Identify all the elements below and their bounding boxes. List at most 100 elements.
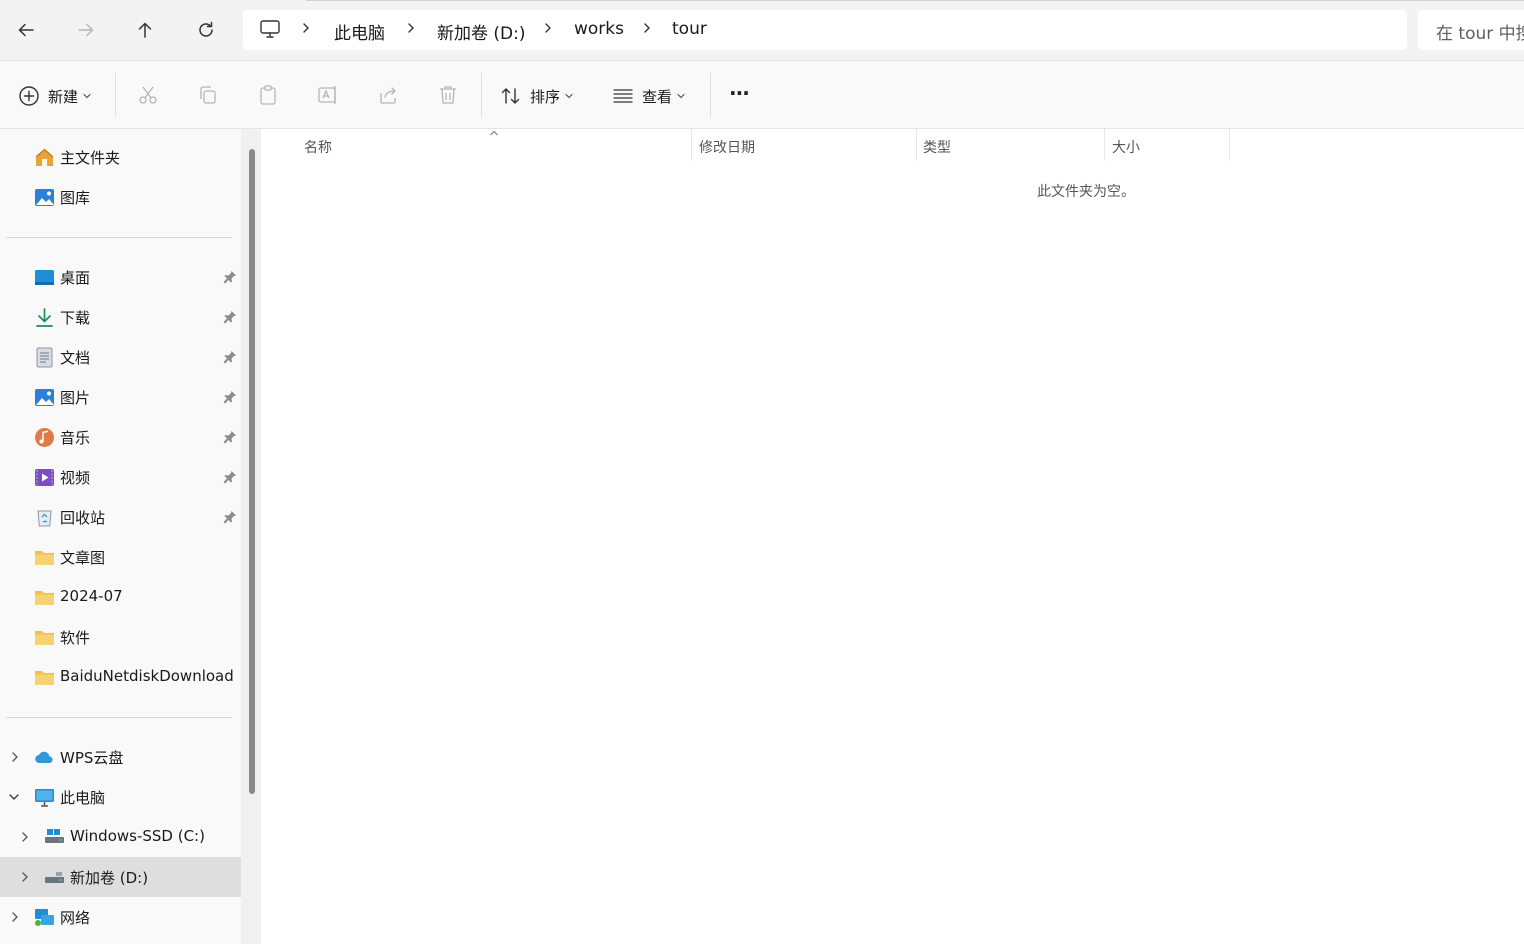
divider — [481, 73, 482, 117]
chevron-right-icon[interactable] — [299, 21, 313, 35]
breadcrumb-drive-d[interactable]: 新加卷 (D:) — [437, 19, 526, 44]
sidebar-item-label: WPS云盘 — [60, 749, 124, 767]
sidebar-item-downloads[interactable]: 下载 — [0, 297, 241, 337]
file-list-view[interactable]: 名称 修改日期 类型 大小 此文件夹为空。 — [261, 129, 1524, 944]
paste-icon[interactable] — [257, 84, 279, 106]
back-button[interactable] — [10, 14, 42, 46]
cut-icon[interactable] — [137, 84, 159, 106]
pin-icon[interactable] — [222, 429, 238, 445]
navigation-scrollbar[interactable] — [241, 129, 261, 944]
title-bar: 此电脑 新加卷 (D:) works tour 在 tour 中搜 — [0, 0, 1524, 60]
sidebar-item-documents[interactable]: 文档 — [0, 337, 241, 377]
chevron-right-icon[interactable] — [18, 830, 32, 844]
more-icon: ··· — [729, 81, 750, 105]
chevron-down-icon[interactable] — [7, 790, 21, 804]
chevron-right-icon[interactable] — [18, 870, 32, 884]
pin-icon[interactable] — [222, 469, 238, 485]
sort-button[interactable]: 排序 — [500, 83, 574, 109]
sidebar-item-wps-cloud[interactable]: WPS云盘 — [0, 737, 241, 777]
home-icon — [35, 148, 54, 166]
column-header-modified[interactable]: 修改日期 — [699, 137, 755, 157]
pin-icon[interactable] — [222, 309, 238, 325]
column-header-size[interactable]: 大小 — [1112, 137, 1140, 157]
up-arrow-icon — [138, 22, 152, 38]
sidebar-item-folder[interactable]: 2024-07 — [0, 577, 241, 617]
column-divider[interactable] — [1229, 129, 1230, 161]
view-button[interactable]: 查看 — [612, 83, 686, 109]
divider — [6, 237, 232, 238]
forward-button[interactable] — [70, 14, 102, 46]
sidebar-item-drive-d[interactable]: 新加卷 (D:) — [0, 857, 241, 897]
pin-icon[interactable] — [222, 389, 238, 405]
folder-icon — [35, 551, 54, 565]
sidebar-item-label: 此电脑 — [60, 789, 106, 807]
sidebar-item-label: 文档 — [60, 349, 91, 367]
chevron-right-icon[interactable] — [8, 750, 22, 764]
pin-icon[interactable] — [222, 349, 238, 365]
sidebar-item-music[interactable]: 音乐 — [0, 417, 241, 457]
scrollbar-thumb[interactable] — [249, 149, 255, 794]
new-label: 新建 — [48, 87, 79, 106]
new-button[interactable]: 新建 — [18, 83, 92, 109]
refresh-icon — [199, 21, 213, 37]
sidebar-item-folder[interactable]: BaiduNetdiskDownload — [0, 657, 241, 697]
sidebar-item-home[interactable]: 主文件夹 — [0, 137, 241, 177]
pin-icon[interactable] — [222, 509, 238, 525]
breadcrumb-works[interactable]: works — [574, 19, 624, 39]
network-icon — [35, 909, 54, 926]
folder-icon — [35, 631, 54, 645]
sidebar-item-label: 桌面 — [60, 269, 91, 287]
sidebar-item-folder[interactable]: 文章图 — [0, 537, 241, 577]
more-button[interactable]: ··· — [729, 80, 750, 106]
sidebar-item-label: 新加卷 (D:) — [70, 869, 149, 887]
sidebar-item-this-pc[interactable]: 此电脑 — [0, 777, 241, 817]
sort-ascending-icon — [490, 130, 498, 136]
sidebar-item-folder[interactable]: 软件 — [0, 617, 241, 657]
chevron-right-icon[interactable] — [541, 21, 555, 35]
folder-icon — [35, 591, 54, 605]
folder-icon — [35, 671, 54, 685]
column-divider[interactable] — [1104, 129, 1105, 161]
sidebar-item-label: 文章图 — [60, 549, 106, 567]
up-button[interactable] — [129, 14, 161, 46]
chevron-right-icon[interactable] — [404, 21, 418, 35]
rename-icon[interactable] — [317, 84, 339, 106]
refresh-button[interactable] — [190, 14, 222, 46]
breadcrumb-tour[interactable]: tour — [672, 19, 707, 39]
sidebar-item-network[interactable]: 网络 — [0, 897, 241, 937]
document-icon — [36, 347, 53, 368]
desktop-icon — [35, 270, 54, 285]
copy-icon[interactable] — [197, 84, 219, 106]
sidebar-item-recycle-bin[interactable]: 回收站 — [0, 497, 241, 537]
divider — [6, 717, 232, 718]
sidebar-item-pictures[interactable]: 图片 — [0, 377, 241, 417]
breadcrumb-this-pc[interactable]: 此电脑 — [334, 19, 385, 44]
command-bar: 新建 排序 查看 ··· — [0, 61, 1524, 129]
share-icon[interactable] — [377, 84, 399, 106]
divider — [115, 73, 116, 117]
column-header-name[interactable]: 名称 — [304, 137, 332, 157]
search-placeholder: 在 tour 中搜 — [1436, 24, 1524, 44]
sidebar-item-desktop[interactable]: 桌面 — [0, 257, 241, 297]
monitor-icon[interactable] — [259, 18, 281, 40]
column-divider[interactable] — [691, 129, 692, 161]
pictures-icon — [35, 389, 54, 406]
sidebar-item-drive-c[interactable]: Windows-SSD (C:) — [0, 817, 241, 857]
search-box[interactable]: 在 tour 中搜 — [1418, 10, 1524, 50]
sidebar-item-label: BaiduNetdiskDownload — [60, 667, 234, 685]
sidebar-item-label: 图库 — [60, 189, 91, 207]
sidebar-item-videos[interactable]: 视频 — [0, 457, 241, 497]
pin-icon[interactable] — [222, 269, 238, 285]
music-icon — [35, 428, 54, 447]
chevron-right-icon[interactable] — [8, 910, 22, 924]
divider — [710, 73, 711, 117]
sidebar-item-gallery[interactable]: 图库 — [0, 177, 241, 217]
cloud-icon — [35, 751, 53, 764]
back-arrow-icon — [18, 23, 34, 37]
chevron-right-icon[interactable] — [640, 21, 654, 35]
empty-folder-message: 此文件夹为空。 — [1037, 184, 1135, 200]
gallery-icon — [35, 189, 54, 206]
delete-icon[interactable] — [437, 84, 459, 106]
column-header-type[interactable]: 类型 — [923, 137, 951, 157]
column-divider[interactable] — [916, 129, 917, 161]
